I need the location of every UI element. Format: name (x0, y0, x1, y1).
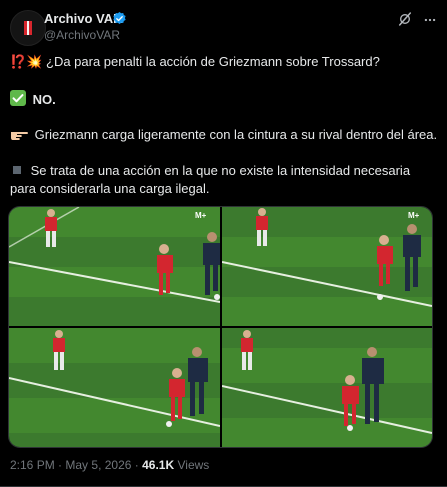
avatar[interactable] (10, 10, 46, 46)
question-text: ¿Da para penalti la acción de Griezmann … (46, 54, 380, 69)
pointing-hand-emoji-icon (11, 132, 28, 140)
explanation-text: Griezmann carga ligeramente con la cintu… (34, 127, 438, 142)
football-scene-image (9, 328, 220, 447)
answer-text: NO. (32, 92, 56, 107)
club-logo-icon (24, 21, 32, 35)
account-handle[interactable]: @ArchivoVAR (44, 28, 120, 42)
broadcaster-logo: M+ (408, 211, 420, 220)
media-panel-2[interactable]: M+ (222, 207, 432, 326)
separator: · (58, 458, 63, 472)
check-emoji-icon (10, 90, 26, 106)
account-name[interactable]: Archivo VAR (44, 11, 123, 26)
media-grid[interactable]: M+ M+ (8, 206, 433, 448)
square-emoji-icon (13, 166, 21, 174)
interrobang-emoji: ⁉️💥 (10, 54, 43, 69)
broadcaster-logo: M+ (195, 211, 207, 220)
timestamp-date[interactable]: May 5, 2026 (65, 458, 131, 472)
tweet-line-2: NO. (10, 90, 437, 109)
tweet-line-1: ⁉️💥 ¿Da para penalti la acción de Griezm… (10, 53, 437, 71)
media-panel-3[interactable] (9, 328, 220, 447)
more-icon[interactable] (423, 13, 437, 27)
media-panel-1[interactable]: M+ (9, 207, 220, 326)
football-scene-image (222, 328, 432, 447)
tweet-meta: 2:16 PM · May 5, 2026 · 46.1K Views (10, 458, 209, 472)
tweet-line-4: Se trata de una acción en la que no exis… (10, 162, 437, 180)
views-count: 46.1K (142, 458, 175, 472)
separator: · (134, 458, 139, 472)
football-scene-image: M+ (222, 207, 432, 326)
football-scene-image: M+ (9, 207, 220, 326)
detail-text-1: Se trata de una acción en la que no exis… (30, 163, 411, 178)
tweet-line-3: Griezmann carga ligeramente con la cintu… (10, 126, 437, 144)
tweet-line-5: para considerarla una carga ilegal. (10, 180, 437, 198)
grok-icon[interactable] (397, 11, 413, 27)
detail-text-2: para considerarla una carga ilegal. (10, 181, 210, 196)
verified-badge-icon (113, 11, 126, 24)
media-panel-4[interactable] (222, 328, 432, 447)
timestamp-time[interactable]: 2:16 PM (10, 458, 55, 472)
tweet-header: Archivo VAR @ArchivoVAR (10, 10, 437, 46)
views-label: Views (177, 458, 210, 472)
